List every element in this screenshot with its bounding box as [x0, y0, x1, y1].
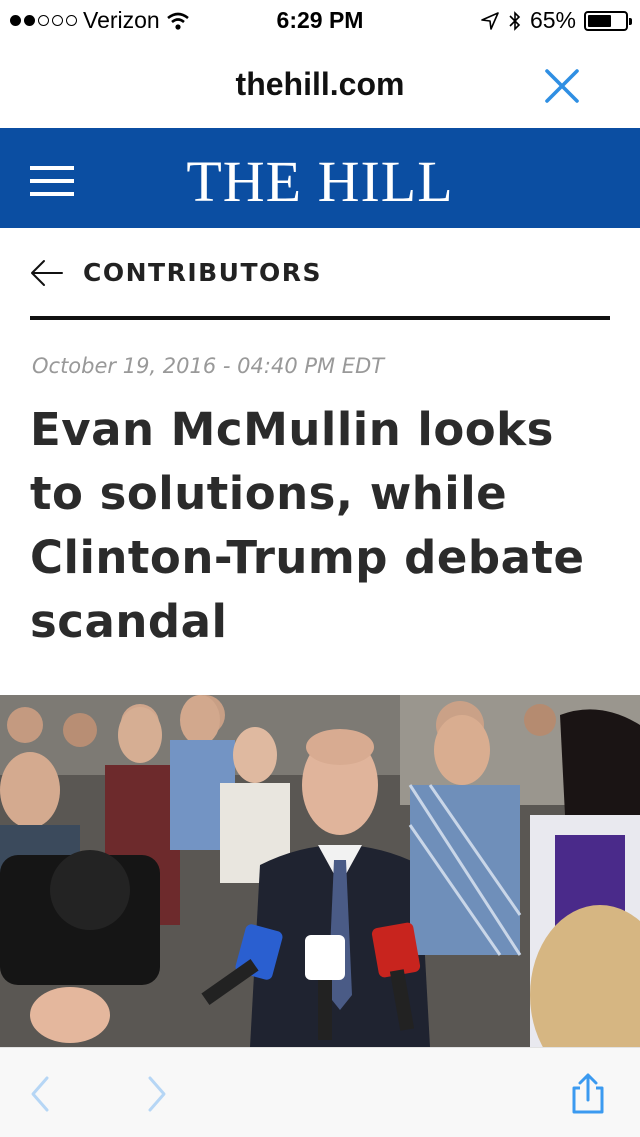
section-label[interactable]: CONTRIBUTORS: [83, 258, 322, 287]
battery-icon: [584, 10, 632, 31]
forward-icon[interactable]: [133, 1072, 177, 1116]
article-title: Evan McMullin looks to solutions, while …: [30, 403, 585, 648]
close-icon[interactable]: [542, 66, 582, 106]
article-date: October 19, 2016 - 04:40 PM EDT: [32, 354, 385, 378]
article-photo: [0, 695, 640, 1047]
url-bar: thehill.com: [0, 44, 640, 128]
site-header: THE HILL: [0, 128, 640, 228]
back-icon[interactable]: [20, 1072, 64, 1116]
battery-percent: 65%: [529, 7, 576, 33]
share-icon[interactable]: [566, 1072, 610, 1116]
bottom-toolbar: [0, 1047, 640, 1137]
site-logo[interactable]: THE HILL: [0, 148, 640, 215]
status-right: 65%: [480, 7, 632, 34]
back-arrow-icon[interactable]: [30, 258, 64, 288]
section-nav: CONTRIBUTORS: [30, 252, 610, 320]
status-bar: Verizon 6:29 PM 65%: [0, 0, 640, 40]
bluetooth-icon: [509, 10, 521, 31]
location-icon: [481, 11, 499, 30]
